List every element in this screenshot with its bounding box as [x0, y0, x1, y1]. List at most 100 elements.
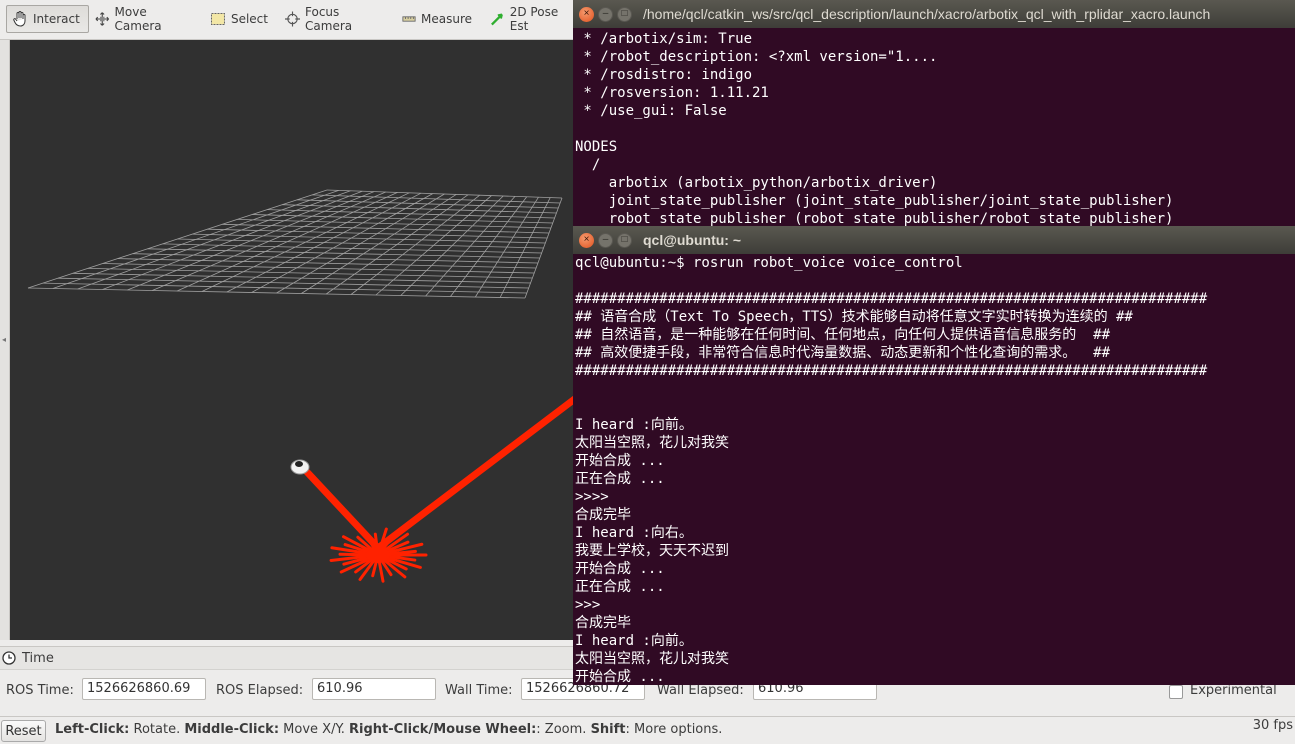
status-bar: Reset Left-Click: Rotate. Middle-Click: … [0, 716, 1295, 744]
select-box-icon [210, 13, 225, 25]
left-panel-splitter[interactable]: ◂ [0, 40, 10, 640]
terminal-line: * /rosversion: 1.11.21 [575, 85, 769, 101]
terminal-output: * /arbotix/sim: True * /robot_descriptio… [575, 30, 1295, 226]
hint-part: Move X/Y. [279, 722, 350, 737]
interact-tool-label: Interact [33, 12, 80, 26]
hint-part: Rotate. [129, 722, 185, 737]
experimental-checkbox[interactable] [1169, 685, 1183, 699]
terminal-line: ########################################… [575, 291, 1208, 307]
2d-pose-estimate-tool-label: 2D Pose Est [509, 5, 559, 33]
terminal-window-launch[interactable]: × – □ /home/qcl/catkin_ws/src/qcl_descri… [573, 0, 1295, 226]
terminal-line: arbotix (arbotix_python/arbotix_driver) [575, 175, 938, 191]
hint-part: Shift [590, 722, 626, 737]
ros-elapsed-label: ROS Elapsed: [216, 683, 304, 698]
ros-time-field[interactable]: 1526626860.69 [82, 678, 206, 700]
maximize-icon[interactable]: □ [617, 232, 632, 248]
ruler-icon [402, 16, 416, 22]
terminal-title: qcl@ubuntu: ~ [643, 232, 742, 248]
chevron-left-icon: ◂ [2, 335, 7, 344]
terminal-line: joint_state_publisher (joint_state_publi… [575, 193, 1174, 209]
terminal-output: qcl@ubuntu:~$ rosrun robot_voice voice_c… [575, 254, 1295, 685]
terminal-line: 我要上学校，天天不迟到 [575, 543, 729, 559]
focus-camera-tool-label: Focus Camera [305, 5, 353, 33]
terminal-titlebar: × – □ qcl@ubuntu: ~ [573, 226, 1295, 254]
green-arrow-icon [491, 13, 503, 26]
terminal-line: >>> [575, 597, 601, 613]
terminal-line: 开始合成 ... [575, 453, 665, 469]
terminal-line: 太阳当空照，花儿对我笑 [575, 651, 729, 667]
terminal-line: 合成完毕 [575, 615, 631, 631]
terminal-line: * /use_gui: False [575, 103, 727, 119]
terminal-line: * /rosdistro: indigo [575, 67, 753, 83]
maximize-icon[interactable]: □ [617, 6, 632, 22]
terminal-line: 开始合成 ... [575, 561, 665, 577]
fps-counter: 30 fps [1252, 718, 1293, 733]
minimize-icon[interactable]: – [598, 6, 613, 22]
mouse-hint-text: Left-Click: Rotate. Middle-Click: Move X… [55, 722, 722, 737]
close-icon[interactable]: × [579, 232, 594, 248]
terminal-line: ## 自然语音，是一种能够在任何时间、任何地点，向任何人提供语音信息服务的 ## [575, 327, 1110, 343]
terminal-line: ## 语音合成（Text To Speech，TTS）技术能够自动将任意文字实时… [575, 309, 1133, 325]
close-icon[interactable]: × [579, 6, 594, 22]
ground-grid [27, 189, 563, 299]
hand-cursor-icon [13, 11, 26, 27]
ros-time-label: ROS Time: [6, 683, 74, 698]
select-tool-label: Select [230, 12, 268, 26]
terminal-line: ########################################… [575, 363, 1208, 379]
move-camera-icon [95, 12, 110, 26]
grid-line [450, 196, 528, 297]
terminal-line: >>>> [575, 489, 609, 505]
terminal-line: robot_state_publisher (robot_state_publi… [575, 211, 1174, 226]
hint-part: : More options. [625, 722, 723, 737]
hint-part: Middle-Click: [184, 722, 280, 737]
terminal-line: I heard :向右。 [575, 525, 693, 541]
terminal-line: * /arbotix/sim: True [575, 31, 753, 47]
terminal-line: * /robot_description: <?xml version="1..… [575, 49, 938, 65]
reset-button[interactable]: Reset [1, 720, 46, 742]
robot-model [290, 459, 310, 475]
focus-camera-icon [285, 11, 301, 27]
hint-part: Left-Click: [55, 722, 130, 737]
terminal-line: I heard :向前。 [575, 633, 693, 649]
clock-icon [2, 651, 16, 665]
time-panel-title: Time [22, 650, 54, 666]
select-tool-button[interactable]: Select [205, 5, 273, 33]
terminal-line: 开始合成 ... [575, 669, 665, 685]
terminal-line: NODES [575, 139, 618, 155]
terminal-line: 合成完毕 [575, 507, 631, 523]
terminal-line: 正在合成 ... [575, 579, 665, 595]
terminal-line: 太阳当空照，花儿对我笑 [575, 435, 729, 451]
pose-arrow [374, 394, 575, 552]
terminal-line: I heard :向前。 [575, 417, 693, 433]
grid-line [474, 196, 539, 298]
move-camera-tool-button[interactable]: Move Camera [90, 5, 195, 33]
pose-arrow-cluster [366, 547, 390, 563]
terminal-line: 正在合成 ... [575, 471, 665, 487]
terminal-line: / [575, 157, 601, 173]
focus-camera-tool-button[interactable]: Focus Camera [280, 5, 390, 33]
terminal-line: ## 高效便捷手段，非常符合信息时代海量数据、动态更新和个性化查询的需求。 ## [575, 345, 1110, 361]
laser-scan-path [303, 394, 575, 583]
3d-render-view[interactable] [10, 40, 575, 640]
measure-tool-label: Measure [421, 12, 472, 26]
interact-tool-button[interactable]: Interact [6, 5, 89, 33]
terminal-window-voice[interactable]: × – □ qcl@ubuntu: ~ qcl@ubuntu:~$ rosrun… [573, 226, 1295, 685]
terminal-line: qcl@ubuntu:~$ rosrun robot_voice voice_c… [575, 255, 963, 271]
terminal-title: /home/qcl/catkin_ws/src/qcl_description/… [643, 6, 1211, 22]
experimental-label: Experimental [1190, 683, 1277, 698]
hint-part: : Zoom. [536, 722, 591, 737]
terminal-titlebar: × – □ /home/qcl/catkin_ws/src/qcl_descri… [573, 0, 1295, 28]
ros-elapsed-field[interactable]: 610.96 [312, 678, 436, 700]
3d-scene [27, 189, 575, 583]
measure-tool-button[interactable]: Measure [397, 5, 477, 33]
wall-elapsed-label: Wall Elapsed: [657, 683, 744, 698]
2d-pose-estimate-tool-button[interactable]: 2D Pose Est [485, 5, 580, 33]
move-camera-tool-label: Move Camera [114, 5, 162, 33]
hint-part: Right-Click/Mouse Wheel: [349, 722, 537, 737]
wall-time-label: Wall Time: [445, 683, 513, 698]
minimize-icon[interactable]: – [598, 232, 613, 248]
